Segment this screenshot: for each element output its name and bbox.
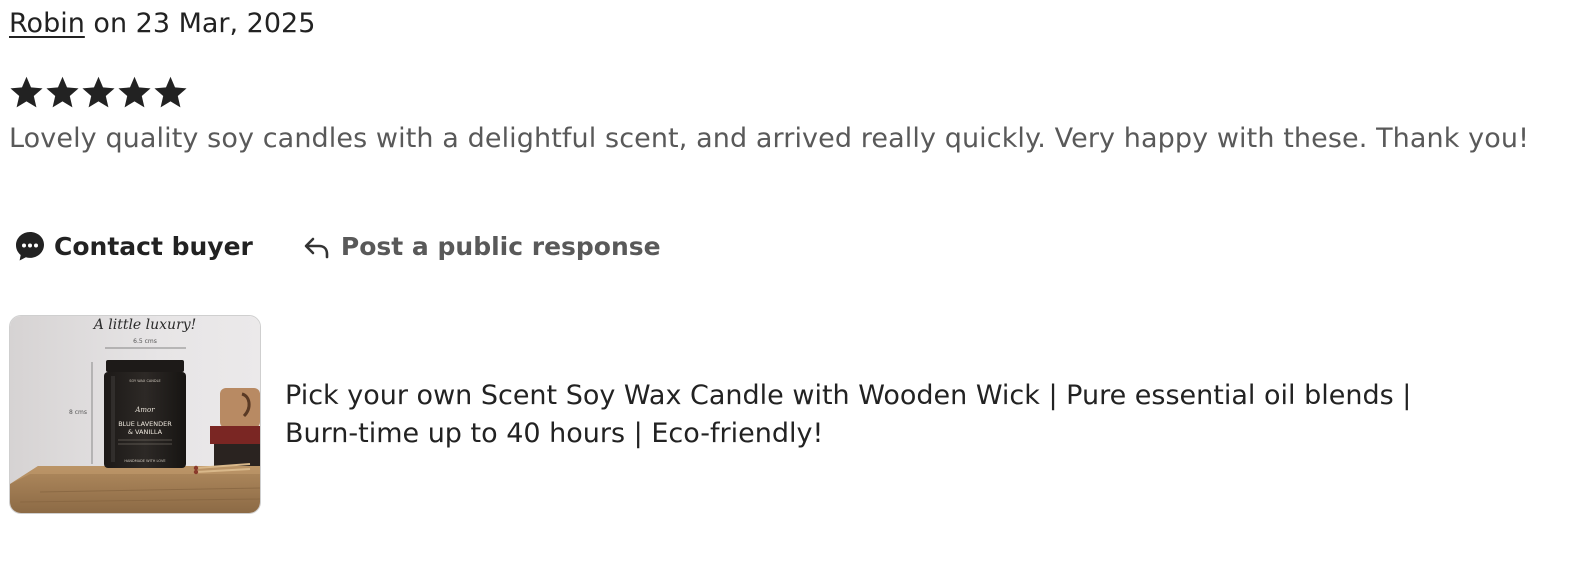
star-icon	[82, 76, 115, 108]
thumb-height-label: 8 cms	[69, 409, 87, 416]
review-actions: Contact buyer Post a public response	[14, 226, 661, 266]
star-icon	[118, 76, 151, 108]
star-rating	[9, 75, 188, 113]
contact-buyer-label: Contact buyer	[54, 231, 253, 261]
listing-title-link[interactable]: Pick your own Scent Soy Wax Candle with …	[285, 377, 1475, 453]
contact-buyer-button[interactable]: Contact buyer	[14, 230, 253, 262]
post-public-response-label: Post a public response	[340, 231, 661, 261]
jar-scent-line1: BLUE LAVENDER	[118, 420, 172, 428]
review-date: on 23 Mar, 2025	[93, 8, 316, 39]
reply-arrow-icon	[303, 232, 331, 260]
review-meta: Robin on 23 Mar, 2025	[9, 6, 315, 42]
star-icon	[154, 76, 187, 108]
review-text: Lovely quality soy candles with a deligh…	[9, 123, 1530, 154]
listing-thumbnail[interactable]: A little luxury! 6.5 cms 8 cms SOY WAX C…	[9, 315, 261, 514]
star-icon	[10, 76, 43, 108]
reviewer-name-link[interactable]: Robin	[9, 8, 85, 39]
jar-footer: HANDMADE WITH LOVE	[124, 459, 165, 463]
jar-brand-top: SOY WAX CANDLE	[129, 379, 161, 383]
jar-scent-line2: & VANILLA	[128, 428, 163, 436]
jar-brand-script: Amor	[134, 406, 155, 414]
thumb-width-label: 6.5 cms	[133, 338, 157, 345]
listing-item: A little luxury! 6.5 cms 8 cms SOY WAX C…	[9, 315, 1475, 514]
chat-bubble-icon	[14, 230, 46, 262]
star-icon	[46, 76, 79, 108]
post-public-response-button[interactable]: Post a public response	[303, 232, 661, 261]
thumb-tagline: A little luxury!	[92, 317, 197, 333]
